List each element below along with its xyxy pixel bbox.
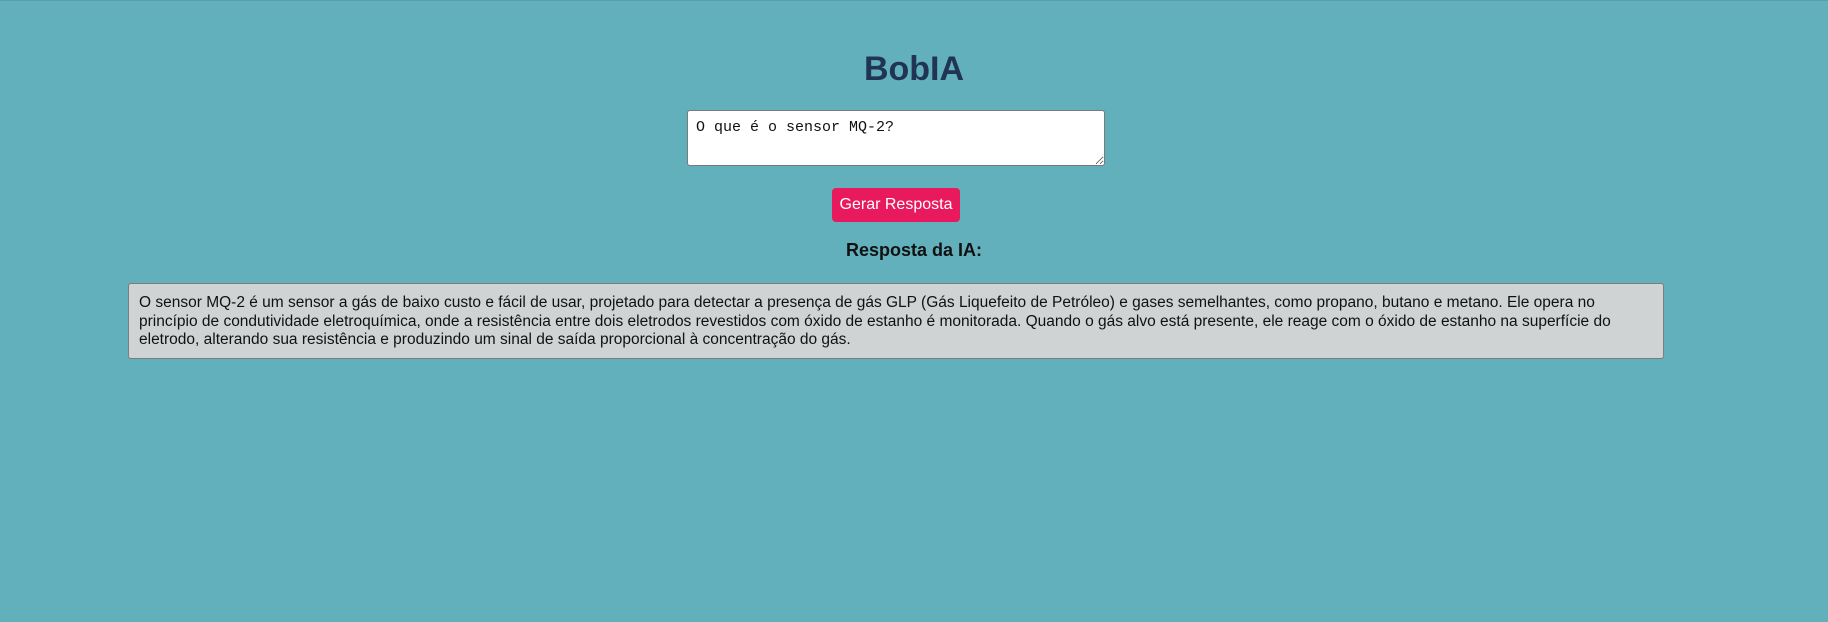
response-heading: Resposta da IA: bbox=[845, 240, 983, 260]
app-container: BobIA O que é o sensor MQ-2? Gerar Respo… bbox=[0, 1, 1828, 622]
page-title: BobIA bbox=[863, 50, 965, 88]
response-text: O sensor MQ-2 é um sensor a gás de baixo… bbox=[128, 283, 1664, 359]
question-input[interactable]: O que é o sensor MQ-2? bbox=[687, 110, 1105, 166]
generate-response-button[interactable]: Gerar Resposta bbox=[832, 188, 960, 222]
